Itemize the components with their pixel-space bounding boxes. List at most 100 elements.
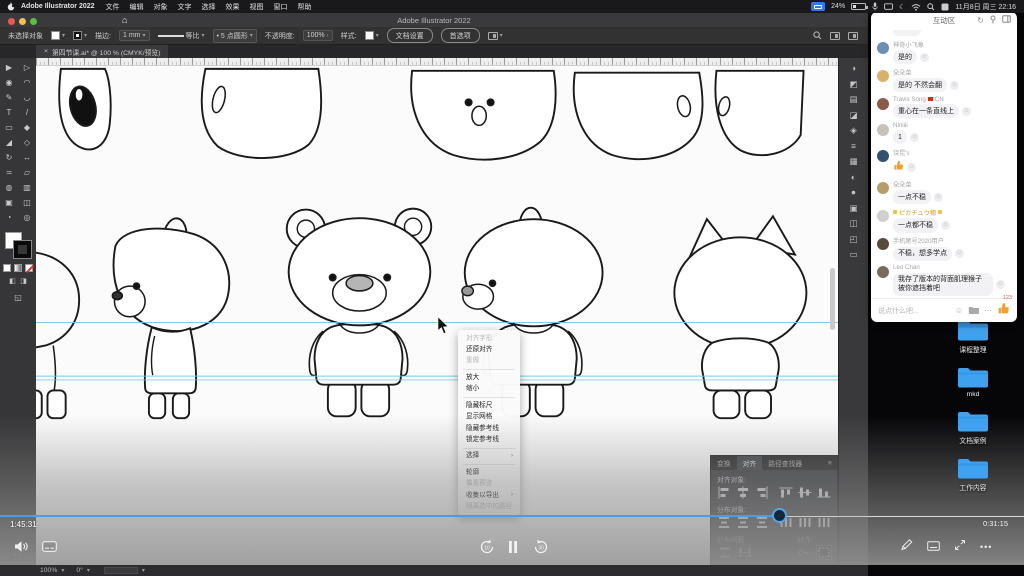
menubar-menu-对象[interactable]: 对象 bbox=[154, 4, 168, 11]
reaction-button[interactable]: ☺ bbox=[934, 193, 943, 202]
reaction-button[interactable]: ☺ bbox=[962, 107, 971, 116]
pen-tool[interactable]: ✎ bbox=[2, 92, 16, 104]
align-to-key-object-button[interactable] bbox=[797, 546, 812, 559]
video-progress-handle[interactable] bbox=[772, 508, 787, 523]
vertical-distribute-bottom-button[interactable] bbox=[755, 516, 769, 529]
avatar[interactable] bbox=[877, 238, 889, 250]
avatar[interactable] bbox=[877, 266, 889, 278]
menubar-menu-视图[interactable]: 视图 bbox=[250, 4, 264, 11]
zoom-level[interactable]: 100% bbox=[40, 567, 57, 574]
like-button[interactable]: 123 bbox=[997, 302, 1010, 320]
card-icon[interactable] bbox=[927, 538, 940, 556]
refresh-icon[interactable]: ↻ bbox=[977, 16, 984, 25]
chat-input[interactable]: 说点什么吧... bbox=[878, 306, 950, 316]
video-progress-played[interactable] bbox=[0, 515, 773, 517]
stroke-icon[interactable]: ≡ bbox=[851, 142, 856, 151]
stroke-swatch[interactable]: ▾ bbox=[73, 31, 87, 40]
opacity-input[interactable]: 100%› bbox=[303, 30, 333, 41]
menubar-menu-窗口[interactable]: 窗口 bbox=[274, 4, 288, 11]
screen-recording-icon[interactable] bbox=[811, 2, 825, 11]
artboards-icon[interactable]: ▣ bbox=[849, 204, 857, 213]
emoji-icon[interactable]: ☺ bbox=[955, 306, 963, 315]
vertical-distribute-space-button[interactable] bbox=[717, 546, 732, 559]
avatar[interactable] bbox=[877, 182, 889, 194]
menubar-menu-选择[interactable]: 选择 bbox=[202, 4, 216, 11]
color-guide-icon[interactable]: ◩ bbox=[849, 80, 857, 89]
width-tool[interactable]: ≍ bbox=[2, 167, 16, 179]
avatar[interactable] bbox=[877, 124, 889, 136]
color-button[interactable] bbox=[3, 264, 11, 272]
wifi-icon[interactable] bbox=[911, 3, 921, 11]
vertical-distribute-top-button[interactable] bbox=[717, 516, 731, 529]
reaction-button[interactable]: ☺ bbox=[996, 280, 1005, 289]
symbols-icon[interactable]: ◈ bbox=[850, 126, 857, 135]
transparency-icon[interactable]: ◐ bbox=[851, 173, 856, 182]
apple-menu-icon[interactable] bbox=[7, 2, 15, 11]
reaction-button[interactable]: ☺ bbox=[920, 53, 929, 62]
folder-文档案例[interactable]: 文档案例 bbox=[936, 409, 1010, 445]
menubar-menu-文字[interactable]: 文字 bbox=[178, 4, 192, 11]
preferences-button[interactable]: 首选项 bbox=[441, 28, 480, 43]
menubar-datetime[interactable]: 11月8日 周三 22:16 bbox=[955, 2, 1016, 12]
avatar[interactable] bbox=[877, 42, 889, 54]
panel-window-icon[interactable] bbox=[1002, 15, 1011, 25]
pencil-tool[interactable]: ◢ bbox=[2, 137, 16, 149]
draw-normal-icon[interactable]: ◧ bbox=[9, 278, 17, 286]
brushes-icon[interactable]: ◪ bbox=[849, 111, 857, 120]
avatar[interactable] bbox=[877, 210, 889, 222]
folder-课程整理[interactable]: 课程整理 bbox=[936, 318, 1010, 354]
screen-mode-icon[interactable]: ◱ bbox=[13, 292, 23, 304]
pin-icon[interactable] bbox=[989, 15, 997, 26]
display-icon[interactable] bbox=[884, 3, 893, 11]
folder-工作内容[interactable]: 工作内容 bbox=[936, 456, 1010, 492]
reaction-button[interactable]: ☺ bbox=[955, 249, 964, 258]
reaction-button[interactable]: ☺ bbox=[910, 133, 919, 142]
zoom-tool[interactable]: ◎ bbox=[20, 212, 34, 224]
stroke-weight-input[interactable]: 1 mm▾ bbox=[119, 30, 150, 41]
artboard-tool[interactable]: ▣ bbox=[2, 197, 16, 209]
stroke-profile-dropdown[interactable]: 等比▾ bbox=[158, 31, 205, 41]
lasso-tool[interactable]: ◠ bbox=[20, 77, 34, 89]
hand-tool[interactable]: ◔ bbox=[2, 212, 16, 224]
workspace-switcher-icon[interactable] bbox=[848, 32, 858, 40]
more-actions-icon[interactable]: ⋯ bbox=[984, 306, 992, 315]
draw-behind-icon[interactable]: ◨ bbox=[20, 278, 28, 286]
menubar-menu-编辑[interactable]: 编辑 bbox=[130, 4, 144, 11]
do-not-disturb-moon-icon[interactable]: ☾ bbox=[899, 3, 905, 11]
arrange-dropdown[interactable]: ▾ bbox=[488, 32, 503, 40]
horizontal-distribute-right-button[interactable] bbox=[817, 516, 831, 529]
subtitles-icon[interactable] bbox=[42, 541, 57, 552]
graph-tool[interactable]: ▥ bbox=[20, 182, 34, 194]
horizontal-distribute-space-button[interactable] bbox=[737, 546, 752, 559]
menubar-menu-帮助[interactable]: 帮助 bbox=[298, 4, 312, 11]
paintbrush-tool[interactable]: ◆ bbox=[20, 122, 34, 134]
align-to-artboard-button[interactable] bbox=[817, 546, 832, 559]
type-tool[interactable]: T bbox=[2, 107, 16, 119]
search-icon[interactable] bbox=[813, 31, 822, 40]
asset-export-icon[interactable]: ◰ bbox=[849, 235, 857, 244]
avatar[interactable] bbox=[877, 150, 889, 162]
menubar-menu-文件[interactable]: 文件 bbox=[106, 4, 120, 11]
menubar-menu-效果[interactable]: 效果 bbox=[226, 4, 240, 11]
skip-forward-button[interactable]: 30 bbox=[532, 538, 550, 556]
input-source-icon[interactable] bbox=[941, 3, 949, 11]
volume-icon[interactable] bbox=[14, 540, 29, 553]
reaction-button[interactable]: ☺ bbox=[907, 163, 916, 172]
reaction-button[interactable]: ☺ bbox=[941, 221, 950, 230]
color-panel-icon[interactable]: ◑ bbox=[851, 64, 856, 73]
none-button[interactable] bbox=[25, 264, 33, 272]
horizontal-distribute-center-button[interactable] bbox=[798, 516, 812, 529]
artboard-navigation[interactable] bbox=[104, 567, 138, 574]
gradient-button[interactable] bbox=[14, 264, 22, 272]
fill-swatch[interactable]: ▾ bbox=[51, 31, 65, 40]
skip-back-button[interactable]: 10 bbox=[478, 538, 496, 556]
vertical-distribute-center-button[interactable] bbox=[736, 516, 750, 529]
curvature-tool[interactable]: ◡ bbox=[20, 92, 34, 104]
style-swatch[interactable]: ▾ bbox=[365, 31, 379, 40]
microphone-icon[interactable] bbox=[872, 2, 878, 11]
document-tab[interactable]: × 第四节课.ai* @ 100 % (CMYK/预览) bbox=[36, 45, 168, 58]
collapse-arrows-icon[interactable] bbox=[954, 538, 966, 556]
avatar[interactable] bbox=[877, 70, 889, 82]
selection-tool[interactable]: ▶ bbox=[2, 62, 16, 74]
slice-tool[interactable]: ◫ bbox=[20, 197, 34, 209]
